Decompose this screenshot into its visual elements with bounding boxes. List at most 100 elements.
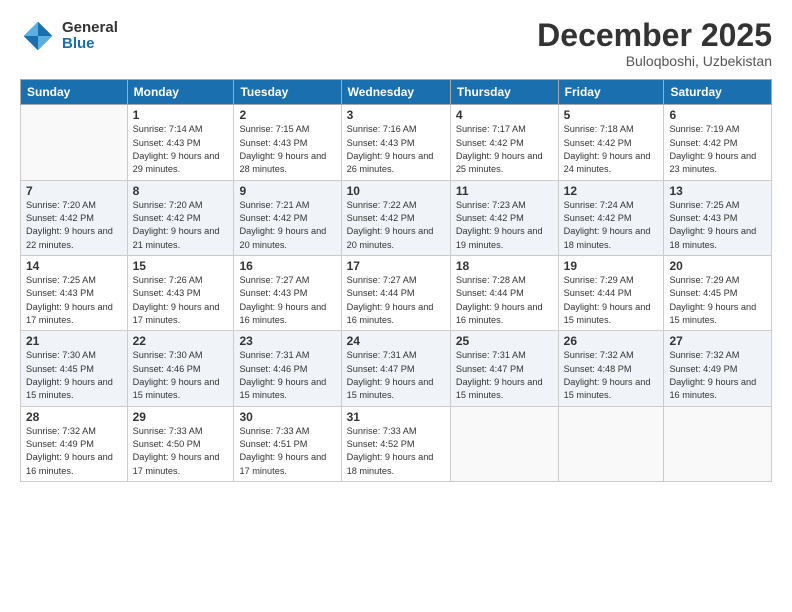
sunrise-text: Sunrise: 7:17 AM [456,123,553,136]
day-info: Sunrise: 7:33 AMSunset: 4:50 PMDaylight:… [133,425,229,478]
calendar-cell: 31Sunrise: 7:33 AMSunset: 4:52 PMDayligh… [341,406,450,481]
sunrise-text: Sunrise: 7:29 AM [669,274,766,287]
daylight-text: Daylight: 9 hours and 15 minutes. [26,376,122,403]
sunset-text: Sunset: 4:43 PM [239,137,335,150]
sunset-text: Sunset: 4:42 PM [456,137,553,150]
day-info: Sunrise: 7:27 AMSunset: 4:44 PMDaylight:… [347,274,445,327]
day-number: 5 [564,108,659,122]
sunrise-text: Sunrise: 7:24 AM [564,199,659,212]
sunrise-text: Sunrise: 7:27 AM [347,274,445,287]
daylight-text: Daylight: 9 hours and 29 minutes. [133,150,229,177]
day-info: Sunrise: 7:20 AMSunset: 4:42 PMDaylight:… [26,199,122,252]
sunrise-text: Sunrise: 7:20 AM [26,199,122,212]
sunset-text: Sunset: 4:43 PM [133,137,229,150]
sunset-text: Sunset: 4:49 PM [26,438,122,451]
calendar-week-row: 7Sunrise: 7:20 AMSunset: 4:42 PMDaylight… [21,180,772,255]
day-info: Sunrise: 7:33 AMSunset: 4:51 PMDaylight:… [239,425,335,478]
sunrise-text: Sunrise: 7:21 AM [239,199,335,212]
day-number: 10 [347,184,445,198]
sunset-text: Sunset: 4:50 PM [133,438,229,451]
day-number: 18 [456,259,553,273]
sunrise-text: Sunrise: 7:33 AM [133,425,229,438]
page: General Blue December 2025 Buloqboshi, U… [0,0,792,612]
sunrise-text: Sunrise: 7:27 AM [239,274,335,287]
day-number: 24 [347,334,445,348]
sunrise-text: Sunrise: 7:31 AM [239,349,335,362]
sunset-text: Sunset: 4:42 PM [133,212,229,225]
calendar-cell: 22Sunrise: 7:30 AMSunset: 4:46 PMDayligh… [127,331,234,406]
daylight-text: Daylight: 9 hours and 20 minutes. [347,225,445,252]
sunrise-text: Sunrise: 7:32 AM [669,349,766,362]
sunset-text: Sunset: 4:45 PM [26,363,122,376]
sunrise-text: Sunrise: 7:32 AM [26,425,122,438]
daylight-text: Daylight: 9 hours and 17 minutes. [133,451,229,478]
daylight-text: Daylight: 9 hours and 25 minutes. [456,150,553,177]
day-number: 29 [133,410,229,424]
sunrise-text: Sunrise: 7:33 AM [347,425,445,438]
daylight-text: Daylight: 9 hours and 16 minutes. [239,301,335,328]
calendar-cell: 17Sunrise: 7:27 AMSunset: 4:44 PMDayligh… [341,255,450,330]
weekday-header-monday: Monday [127,80,234,105]
daylight-text: Daylight: 9 hours and 15 minutes. [347,376,445,403]
calendar-cell: 16Sunrise: 7:27 AMSunset: 4:43 PMDayligh… [234,255,341,330]
sunrise-text: Sunrise: 7:26 AM [133,274,229,287]
daylight-text: Daylight: 9 hours and 16 minutes. [26,451,122,478]
day-number: 26 [564,334,659,348]
day-info: Sunrise: 7:31 AMSunset: 4:47 PMDaylight:… [347,349,445,402]
daylight-text: Daylight: 9 hours and 15 minutes. [239,376,335,403]
day-number: 31 [347,410,445,424]
day-number: 30 [239,410,335,424]
logo-blue: Blue [62,36,118,53]
weekday-header-tuesday: Tuesday [234,80,341,105]
weekday-header-wednesday: Wednesday [341,80,450,105]
day-info: Sunrise: 7:32 AMSunset: 4:49 PMDaylight:… [26,425,122,478]
calendar-cell [21,105,128,180]
day-info: Sunrise: 7:32 AMSunset: 4:48 PMDaylight:… [564,349,659,402]
weekday-header-sunday: Sunday [21,80,128,105]
sunrise-text: Sunrise: 7:22 AM [347,199,445,212]
calendar-cell: 27Sunrise: 7:32 AMSunset: 4:49 PMDayligh… [664,331,772,406]
day-info: Sunrise: 7:15 AMSunset: 4:43 PMDaylight:… [239,123,335,176]
calendar-cell: 14Sunrise: 7:25 AMSunset: 4:43 PMDayligh… [21,255,128,330]
day-number: 8 [133,184,229,198]
sunrise-text: Sunrise: 7:32 AM [564,349,659,362]
day-number: 7 [26,184,122,198]
sunrise-text: Sunrise: 7:33 AM [239,425,335,438]
day-info: Sunrise: 7:29 AMSunset: 4:44 PMDaylight:… [564,274,659,327]
sunset-text: Sunset: 4:44 PM [456,287,553,300]
calendar-cell: 30Sunrise: 7:33 AMSunset: 4:51 PMDayligh… [234,406,341,481]
daylight-text: Daylight: 9 hours and 19 minutes. [456,225,553,252]
daylight-text: Daylight: 9 hours and 16 minutes. [347,301,445,328]
sunset-text: Sunset: 4:42 PM [669,137,766,150]
calendar-week-row: 28Sunrise: 7:32 AMSunset: 4:49 PMDayligh… [21,406,772,481]
sunset-text: Sunset: 4:47 PM [347,363,445,376]
calendar-cell: 25Sunrise: 7:31 AMSunset: 4:47 PMDayligh… [450,331,558,406]
calendar-cell: 28Sunrise: 7:32 AMSunset: 4:49 PMDayligh… [21,406,128,481]
calendar-cell: 21Sunrise: 7:30 AMSunset: 4:45 PMDayligh… [21,331,128,406]
sunset-text: Sunset: 4:46 PM [133,363,229,376]
calendar-cell: 24Sunrise: 7:31 AMSunset: 4:47 PMDayligh… [341,331,450,406]
calendar-cell: 26Sunrise: 7:32 AMSunset: 4:48 PMDayligh… [558,331,664,406]
calendar-cell: 3Sunrise: 7:16 AMSunset: 4:43 PMDaylight… [341,105,450,180]
daylight-text: Daylight: 9 hours and 18 minutes. [347,451,445,478]
sunset-text: Sunset: 4:44 PM [347,287,445,300]
sunset-text: Sunset: 4:42 PM [347,212,445,225]
day-number: 4 [456,108,553,122]
sunset-text: Sunset: 4:45 PM [669,287,766,300]
calendar-cell [450,406,558,481]
weekday-header-thursday: Thursday [450,80,558,105]
day-info: Sunrise: 7:30 AMSunset: 4:45 PMDaylight:… [26,349,122,402]
sunrise-text: Sunrise: 7:29 AM [564,274,659,287]
sunset-text: Sunset: 4:42 PM [456,212,553,225]
day-info: Sunrise: 7:31 AMSunset: 4:47 PMDaylight:… [456,349,553,402]
calendar-cell [664,406,772,481]
day-number: 17 [347,259,445,273]
sunrise-text: Sunrise: 7:19 AM [669,123,766,136]
sunset-text: Sunset: 4:51 PM [239,438,335,451]
calendar-week-row: 21Sunrise: 7:30 AMSunset: 4:45 PMDayligh… [21,331,772,406]
daylight-text: Daylight: 9 hours and 20 minutes. [239,225,335,252]
day-info: Sunrise: 7:22 AMSunset: 4:42 PMDaylight:… [347,199,445,252]
calendar-cell: 9Sunrise: 7:21 AMSunset: 4:42 PMDaylight… [234,180,341,255]
daylight-text: Daylight: 9 hours and 22 minutes. [26,225,122,252]
calendar-cell: 5Sunrise: 7:18 AMSunset: 4:42 PMDaylight… [558,105,664,180]
